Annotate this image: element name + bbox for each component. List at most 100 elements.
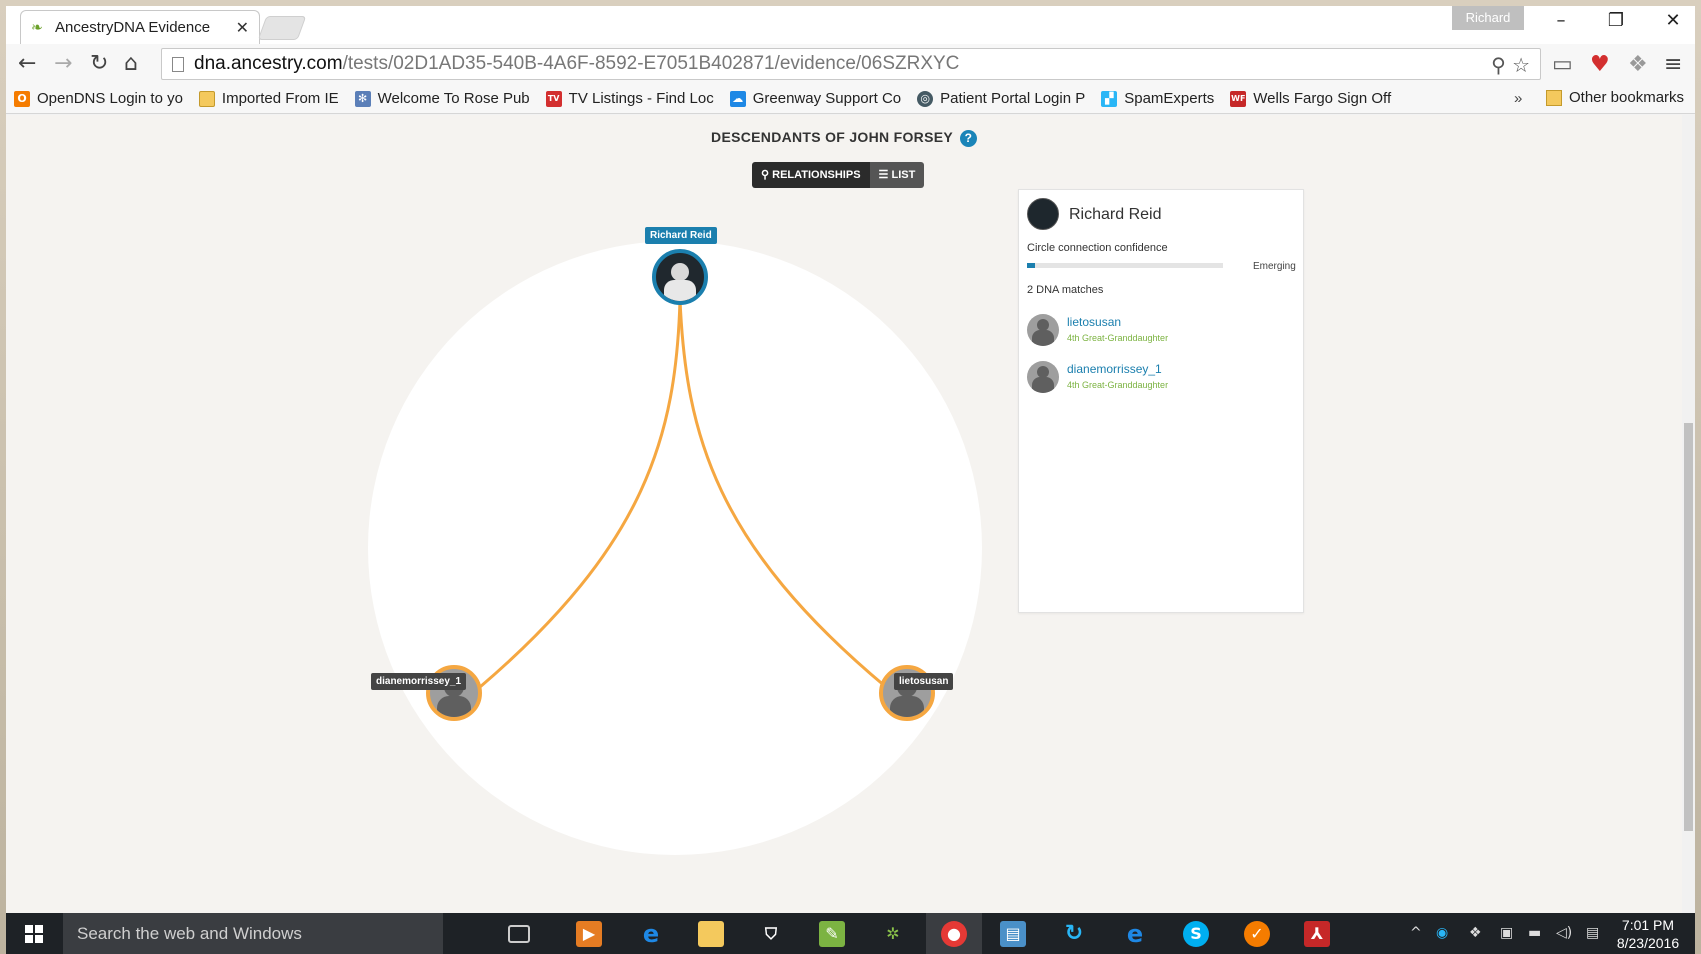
battery-icon[interactable]: ▬ [1528,925,1541,941]
bookmark-folder[interactable]: Imported From IE [198,90,339,107]
person-body-icon [1032,330,1054,346]
relationship-links [479,299,887,689]
clock-date: 8/23/2016 [1616,935,1680,951]
bookmark-item[interactable]: O OpenDNS Login to yo [14,90,183,107]
confidence-label: Circle connection confidence [1027,242,1168,254]
scrollbar-thumb[interactable] [1684,423,1693,831]
address-bar[interactable]: dna.ancestry.com/tests/02D1AD35-540B-4A6… [161,48,1541,80]
task-view-icon[interactable] [508,925,530,943]
reload-icon[interactable]: ↻ [90,52,108,76]
bookmarks-bar: O OpenDNS Login to yo Imported From IE ✻… [6,84,1695,114]
tray-app-icon[interactable]: ◉ [1436,925,1448,941]
bookmarks-overflow-button[interactable]: » [1514,90,1522,107]
page-content: DESCENDANTS OF JOHN FORSEY ? ⚲ RELATIONS… [6,115,1682,913]
match-count: 2 DNA matches [1027,284,1104,296]
windows-logo-icon [25,924,43,943]
bookmark-label: OpenDNS Login to yo [37,90,183,107]
match-relationship: 4th Great-Granddaughter [1067,333,1169,343]
internet-explorer-icon[interactable]: e [1122,921,1148,947]
bookmark-label: TV Listings - Find Loc [568,90,714,107]
bookmark-label: Patient Portal Login P [940,90,1086,107]
match-name-link[interactable]: lietosusan [1067,315,1121,329]
start-button[interactable] [6,913,62,954]
portal-icon: ◎ [917,90,934,107]
match-node-label: dianemorrissey_1 [371,673,467,690]
other-bookmarks[interactable]: Other bookmarks [1546,89,1684,106]
gear-icon: ✻ [354,90,371,107]
taskbar-search-input[interactable]: Search the web and Windows [63,913,443,954]
detail-panel: Richard Reid Circle connection confidenc… [1018,189,1304,613]
bookmark-item[interactable]: ◎ Patient Portal Login P [917,90,1085,107]
url-host: dna.ancestry.com [194,53,343,74]
cast-icon[interactable]: ▭ [1552,52,1573,77]
close-icon[interactable]: ✕ [236,18,249,37]
tab-title: AncestryDNA Evidence [55,19,211,36]
match-name-link[interactable]: dianemorrissey_1 [1067,362,1162,376]
opendns-icon: O [14,90,30,107]
refresh-app-icon[interactable]: ↻ [1061,921,1087,947]
list-item[interactable]: dianemorrissey_1 4th Great-Granddaughter [1027,361,1297,397]
notes-app-icon[interactable]: ✎ [819,921,845,947]
display-icon[interactable]: ▤ [1000,921,1026,947]
restore-icon[interactable]: ❐ [1601,10,1631,31]
profile-button[interactable]: Richard [1452,6,1524,30]
dropbox-tray-icon[interactable]: ❖ [1469,925,1482,941]
show-hidden-icons[interactable]: ^ [1410,925,1422,941]
center-node-label: Richard Reid [645,227,717,244]
bookmark-label: Welcome To Rose Pub [377,90,530,107]
skype-icon[interactable]: S [1183,921,1209,947]
taskbar-clock[interactable]: 7:01 PM 8/23/2016 [1608,916,1688,952]
person-body-icon [437,696,471,717]
network-icon[interactable]: ▣ [1500,925,1513,941]
person-head-icon [671,263,689,281]
close-window-icon[interactable]: ✕ [1658,10,1688,31]
avatar [1027,314,1059,346]
bookmark-label: Imported From IE [221,90,339,107]
media-player-icon[interactable]: ▶ [576,921,602,947]
confidence-level: Emerging [1253,261,1296,272]
wellsfargo-icon: WF [1230,90,1247,107]
dropbox-icon[interactable]: ❖ [1628,52,1648,77]
bookmark-star-icon[interactable]: ⚲ ☆ [1491,53,1530,77]
app-icon[interactable]: ✓ [1244,921,1270,947]
back-icon[interactable]: ← [18,52,36,76]
person-body-icon [664,280,696,301]
notifications-icon[interactable]: ▤ [1586,925,1599,941]
volume-icon[interactable]: ◁) [1556,925,1572,941]
minimize-icon[interactable]: – [1546,10,1576,31]
extension-heart-icon[interactable]: ♥ [1590,52,1610,77]
home-icon[interactable]: ⌂ [124,52,138,76]
chrome-icon[interactable]: ● [941,921,967,947]
tab-ancestry[interactable]: ❧ AncestryDNA Evidence ✕ [20,10,260,44]
confidence-bar-fill [1027,263,1035,268]
edge-icon[interactable]: e [638,921,664,947]
person-body-icon [1032,377,1054,393]
list-item[interactable]: lietosusan 4th Great-Granddaughter [1027,314,1297,350]
bookmark-item[interactable]: TV TV Listings - Find Loc [545,90,714,107]
menu-icon[interactable]: ≡ [1664,52,1682,77]
forward-icon[interactable]: → [54,52,72,76]
match-relationship: 4th Great-Granddaughter [1067,380,1169,390]
spamexperts-icon: ▞ [1101,90,1118,107]
new-tab-button[interactable] [257,16,307,40]
tab-strip: ❧ AncestryDNA Evidence ✕ Richard – ❐ ✕ [6,6,1695,44]
file-explorer-icon[interactable] [698,921,724,947]
folder-icon [198,90,215,107]
tv-guide-icon: TV [545,90,562,107]
bookmark-item[interactable]: ▞ SpamExperts [1101,90,1214,107]
browser-window: ❧ AncestryDNA Evidence ✕ Richard – ❐ ✕ ←… [6,6,1695,954]
center-node-avatar[interactable] [652,249,708,305]
panel-avatar [1027,198,1059,230]
clock-time: 7:01 PM [1621,917,1675,933]
store-icon[interactable]: ⛉ [758,921,784,947]
bookmark-item[interactable]: WF Wells Fargo Sign Off [1230,90,1391,107]
bookmark-item[interactable]: ☁ Greenway Support Co [729,90,902,107]
link-to-dianemorrissey [479,299,682,689]
app-icon[interactable]: ✲ [880,921,906,947]
other-bookmarks-label: Other bookmarks [1569,89,1685,106]
bookmark-item[interactable]: ✻ Welcome To Rose Pub [354,90,530,107]
page-scrollbar[interactable] [1682,115,1695,913]
acrobat-icon[interactable]: ⅄ [1304,921,1330,947]
bookmark-label: Greenway Support Co [752,90,902,107]
bookmark-label: Wells Fargo Sign Off [1253,90,1392,107]
